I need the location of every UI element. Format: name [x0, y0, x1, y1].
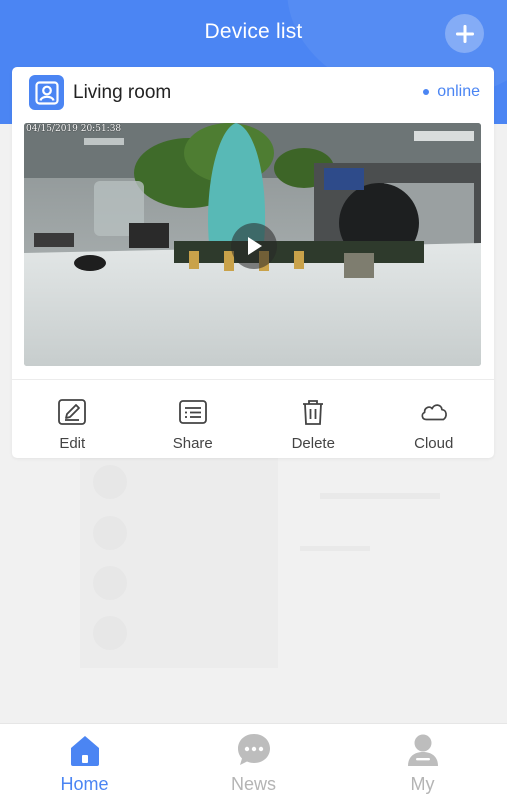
- cloud-button[interactable]: Cloud: [374, 380, 495, 458]
- trash-icon: [298, 397, 328, 427]
- share-label: Share: [172, 435, 213, 452]
- tab-home[interactable]: Home: [0, 724, 169, 800]
- device-card[interactable]: Living room online 04/15/2019 20:51:38 E…: [12, 67, 494, 458]
- video-preview[interactable]: 04/15/2019 20:51:38: [24, 123, 481, 366]
- share-list-icon: [178, 397, 208, 427]
- tab-news[interactable]: News: [169, 724, 338, 800]
- add-device-button[interactable]: [445, 14, 484, 53]
- delete-button[interactable]: Delete: [253, 380, 374, 458]
- tab-my[interactable]: My: [338, 724, 507, 800]
- edit-label: Edit: [59, 435, 86, 452]
- tab-my-label: My: [410, 774, 435, 794]
- cloud-label: Cloud: [414, 435, 454, 452]
- plus-icon: [455, 24, 474, 43]
- status-badge: online: [423, 83, 480, 101]
- delete-label: Delete: [291, 435, 335, 452]
- page-title: Device list: [204, 20, 303, 43]
- person-icon: [404, 731, 442, 769]
- tab-home-label: Home: [60, 774, 109, 794]
- tab-news-label: News: [230, 774, 276, 794]
- camera-user-icon: [29, 75, 64, 110]
- share-button[interactable]: Share: [133, 380, 254, 458]
- pencil-icon: [57, 397, 87, 427]
- device-actions: Edit Share Delete Cloud: [12, 380, 494, 458]
- home-icon: [66, 731, 104, 769]
- background-ghost: [0, 458, 507, 723]
- video-timestamp: 04/15/2019 20:51:38: [26, 124, 122, 134]
- cloud-icon: [419, 397, 449, 427]
- play-icon: [248, 237, 262, 255]
- play-button[interactable]: [231, 223, 277, 269]
- device-card-header: Living room online: [12, 67, 494, 119]
- edit-button[interactable]: Edit: [12, 380, 133, 458]
- bottom-nav: Home News My: [0, 723, 507, 800]
- status-dot: [423, 89, 430, 95]
- chat-bubble-icon: [235, 731, 273, 769]
- status-text: online: [437, 83, 480, 100]
- device-name: Living room: [73, 82, 172, 103]
